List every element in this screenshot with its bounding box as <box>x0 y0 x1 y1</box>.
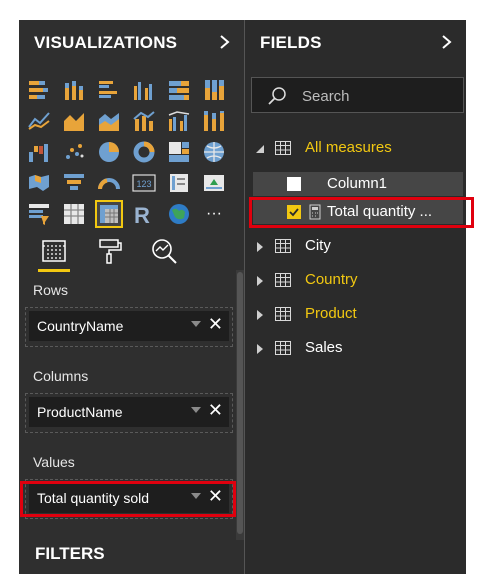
line-and-stacked-column-chart-icon[interactable] <box>132 109 156 133</box>
scatter-chart-icon[interactable] <box>62 140 86 164</box>
analytics-magnifier-icon <box>152 239 177 264</box>
wells-scrollbar[interactable] <box>236 270 244 540</box>
columns-field-pill[interactable]: ProductName ✕ <box>29 397 229 427</box>
svg-text:123: 123 <box>136 179 151 189</box>
collapse-fields-chevron-icon[interactable] <box>440 30 454 54</box>
gauge-icon[interactable] <box>97 171 121 195</box>
r-script-visual-icon[interactable]: R <box>132 202 156 226</box>
table-city[interactable]: City <box>245 232 466 260</box>
slicer-icon[interactable] <box>27 202 51 226</box>
column1-checkbox[interactable] <box>287 177 301 191</box>
map-icon[interactable] <box>202 140 226 164</box>
columns-well-label: Columns <box>33 368 89 384</box>
rows-field-remove-icon[interactable]: ✕ <box>208 314 223 335</box>
100-stacked-column-chart-icon[interactable] <box>202 78 226 102</box>
visualizations-header: VISUALIZATIONS <box>19 20 244 66</box>
clustered-column-chart-icon[interactable] <box>132 78 156 102</box>
arcgis-map-icon[interactable] <box>167 202 191 226</box>
format-tab[interactable] <box>89 234 129 270</box>
svg-text:R: R <box>134 203 150 226</box>
values-well-label: Values <box>33 454 75 470</box>
card-icon[interactable]: 123 <box>132 171 156 195</box>
highlight-values-well <box>20 481 236 517</box>
waterfall-chart-icon[interactable] <box>27 140 51 164</box>
fields-title: FIELDS <box>260 33 322 52</box>
kpi-icon[interactable] <box>202 171 226 195</box>
table-icon <box>275 307 291 321</box>
fields-well-icon <box>42 240 66 262</box>
svg-text:···: ··· <box>206 205 222 222</box>
columns-field-name: ProductName <box>37 404 123 420</box>
100-stacked-bar-chart-icon[interactable] <box>167 78 191 102</box>
pie-chart-icon[interactable] <box>97 140 121 164</box>
line-and-clustered-column-chart-icon[interactable] <box>167 109 191 133</box>
table-icon <box>275 141 291 155</box>
field-name: Column1 <box>327 175 388 192</box>
area-chart-icon[interactable] <box>62 109 86 133</box>
rows-field-name: CountryName <box>37 318 124 334</box>
rows-well[interactable]: CountryName ✕ <box>25 307 233 347</box>
filled-map-icon[interactable] <box>27 171 51 195</box>
rows-field-dropdown-icon[interactable] <box>191 321 201 327</box>
collapsed-arrow-icon[interactable] <box>255 276 265 286</box>
fields-header: FIELDS <box>245 20 466 66</box>
more-visuals-icon[interactable]: ··· <box>202 202 226 226</box>
line-chart-icon[interactable] <box>27 109 51 133</box>
table-icon <box>275 239 291 253</box>
wells-scrollbar-thumb[interactable] <box>237 272 243 534</box>
expanded-arrow-icon[interactable] <box>255 144 265 154</box>
table-name: Country <box>305 271 358 288</box>
collapsed-arrow-icon[interactable] <box>255 310 265 320</box>
analytics-tab[interactable] <box>144 234 184 270</box>
table-country[interactable]: Country <box>245 266 466 294</box>
table-name: Sales <box>305 339 343 356</box>
columns-well[interactable]: ProductName ✕ <box>25 393 233 433</box>
table-name: Product <box>305 305 357 322</box>
fields-tab[interactable] <box>34 234 74 272</box>
fields-pane: FIELDS All measures Column1 Total quanti… <box>245 20 466 574</box>
visualizations-title: VISUALIZATIONS <box>34 33 178 52</box>
clustered-bar-chart-icon[interactable] <box>97 78 121 102</box>
rows-field-pill[interactable]: CountryName ✕ <box>29 311 229 341</box>
treemap-icon[interactable] <box>167 140 191 164</box>
table-name: City <box>305 237 331 254</box>
matrix-icon[interactable] <box>95 200 123 228</box>
table-all-measures[interactable]: All measures <box>245 134 466 162</box>
paint-roller-icon <box>99 239 122 264</box>
table-sales[interactable]: Sales <box>245 334 466 362</box>
table-icon <box>275 273 291 287</box>
table-icon <box>275 341 291 355</box>
columns-field-dropdown-icon[interactable] <box>191 407 201 413</box>
multi-row-card-icon[interactable] <box>167 171 191 195</box>
table-product[interactable]: Product <box>245 300 466 328</box>
search-icon <box>268 87 286 105</box>
table-icon[interactable] <box>62 202 86 226</box>
funnel-icon[interactable] <box>62 171 86 195</box>
highlight-total-quantity-field <box>249 197 474 228</box>
table-name: All measures <box>305 139 392 156</box>
filters-title: FILTERS <box>35 544 105 563</box>
search-input[interactable] <box>300 85 454 107</box>
donut-chart-icon[interactable] <box>132 140 156 164</box>
stacked-column-chart-icon[interactable] <box>62 78 86 102</box>
fields-search-box[interactable] <box>251 77 464 113</box>
columns-field-remove-icon[interactable]: ✕ <box>208 400 223 421</box>
visualization-pane-tabs <box>19 234 244 274</box>
collapse-visualizations-chevron-icon[interactable] <box>218 30 232 54</box>
rows-well-label: Rows <box>33 282 69 298</box>
stacked-bar-chart-icon[interactable] <box>27 78 51 102</box>
collapsed-arrow-icon[interactable] <box>255 344 265 354</box>
field-column1[interactable]: Column1 <box>253 172 463 196</box>
ribbon-chart-icon[interactable] <box>202 109 226 133</box>
stacked-area-chart-icon[interactable] <box>97 109 121 133</box>
field-wells: Rows CountryName ✕ Columns ProductName ✕… <box>19 276 233 574</box>
collapsed-arrow-icon[interactable] <box>255 242 265 252</box>
